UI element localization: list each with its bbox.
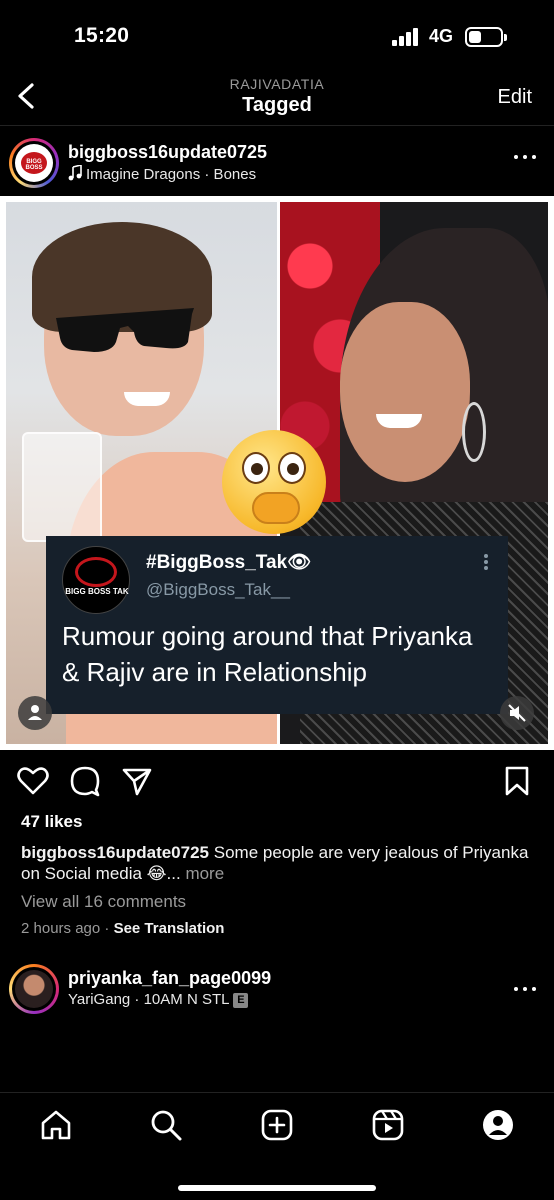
next-post-username[interactable]: priyanka_fan_page0099 — [68, 968, 271, 989]
tweet-text: Rumour going around that Priyanka & Raji… — [62, 621, 473, 687]
next-post-music[interactable]: YariGang · 10AM N STL E — [68, 991, 249, 1008]
tagged-people-icon[interactable] — [18, 696, 52, 730]
music-attribution[interactable]: Imagine Dragons · Bones — [68, 165, 256, 183]
heart-icon[interactable] — [16, 764, 50, 798]
explicit-badge: E — [233, 992, 249, 1008]
post-actions — [0, 760, 554, 804]
create-post-icon[interactable] — [259, 1107, 295, 1143]
caption-username[interactable]: biggboss16update0725 — [21, 843, 209, 862]
tweet-menu-icon — [484, 554, 488, 570]
status-bar: 15:20 4G — [0, 0, 554, 70]
bookmark-icon[interactable] — [500, 764, 534, 798]
tweet-avatar: BIGG BOSS TAK — [62, 546, 130, 614]
tweet-handle: @BiggBoss_Tak__ — [146, 580, 290, 599]
status-time: 15:20 — [74, 24, 130, 47]
comment-icon[interactable] — [68, 764, 102, 798]
edit-button[interactable]: Edit — [498, 86, 532, 109]
search-icon[interactable] — [148, 1107, 184, 1143]
tweet-display-name: #BiggBoss_Tak👁 — [146, 552, 312, 573]
page-title: Tagged — [242, 94, 312, 116]
battery-icon — [465, 27, 507, 47]
post-meta: 2 hours ago · See Translation — [21, 920, 225, 937]
post-username[interactable]: biggboss16update0725 — [68, 142, 267, 163]
post-caption: biggboss16update0725 Some people are ver… — [21, 842, 531, 884]
profile-icon[interactable] — [480, 1107, 516, 1143]
home-indicator — [178, 1185, 376, 1191]
next-post-avatar[interactable] — [9, 964, 59, 1014]
likes-count[interactable]: 47 likes — [21, 812, 82, 832]
post-media[interactable]: BIGG BOSS TAK #BiggBoss_Tak👁 @BiggBoss_T… — [0, 196, 554, 750]
sunglasses — [56, 308, 194, 352]
bottom-tab-bar — [0, 1092, 554, 1200]
reels-icon[interactable] — [370, 1107, 406, 1143]
mute-icon[interactable] — [500, 696, 534, 730]
next-post-header: priyanka_fan_page0099 YariGang · 10AM N … — [0, 958, 554, 1022]
profile-username: RAJIVADATIA — [229, 76, 325, 92]
face-with-hand-over-mouth-emoji — [222, 430, 326, 534]
tweet-screenshot: BIGG BOSS TAK #BiggBoss_Tak👁 @BiggBoss_T… — [46, 536, 508, 714]
cellular-signal-icon — [392, 28, 422, 46]
post-timestamp: 2 hours ago — [21, 920, 101, 937]
more-options-icon[interactable] — [514, 984, 538, 994]
avatar[interactable]: BIGG BOSS — [9, 138, 59, 188]
home-icon[interactable] — [38, 1107, 74, 1143]
more-options-icon[interactable] — [514, 152, 538, 162]
bigg-boss-logo: BIGG BOSS — [21, 152, 47, 174]
share-icon[interactable] — [120, 764, 154, 798]
see-translation-link[interactable]: See Translation — [114, 920, 225, 937]
music-note-icon — [68, 165, 82, 181]
view-comments-link[interactable]: View all 16 comments — [21, 892, 186, 912]
caption-more-link[interactable]: more — [181, 864, 224, 883]
network-type: 4G — [429, 26, 454, 46]
nav-header: RAJIVADATIA Tagged Edit — [0, 70, 554, 126]
post-header: BIGG BOSS biggboss16update0725 Imagine D… — [0, 130, 554, 194]
